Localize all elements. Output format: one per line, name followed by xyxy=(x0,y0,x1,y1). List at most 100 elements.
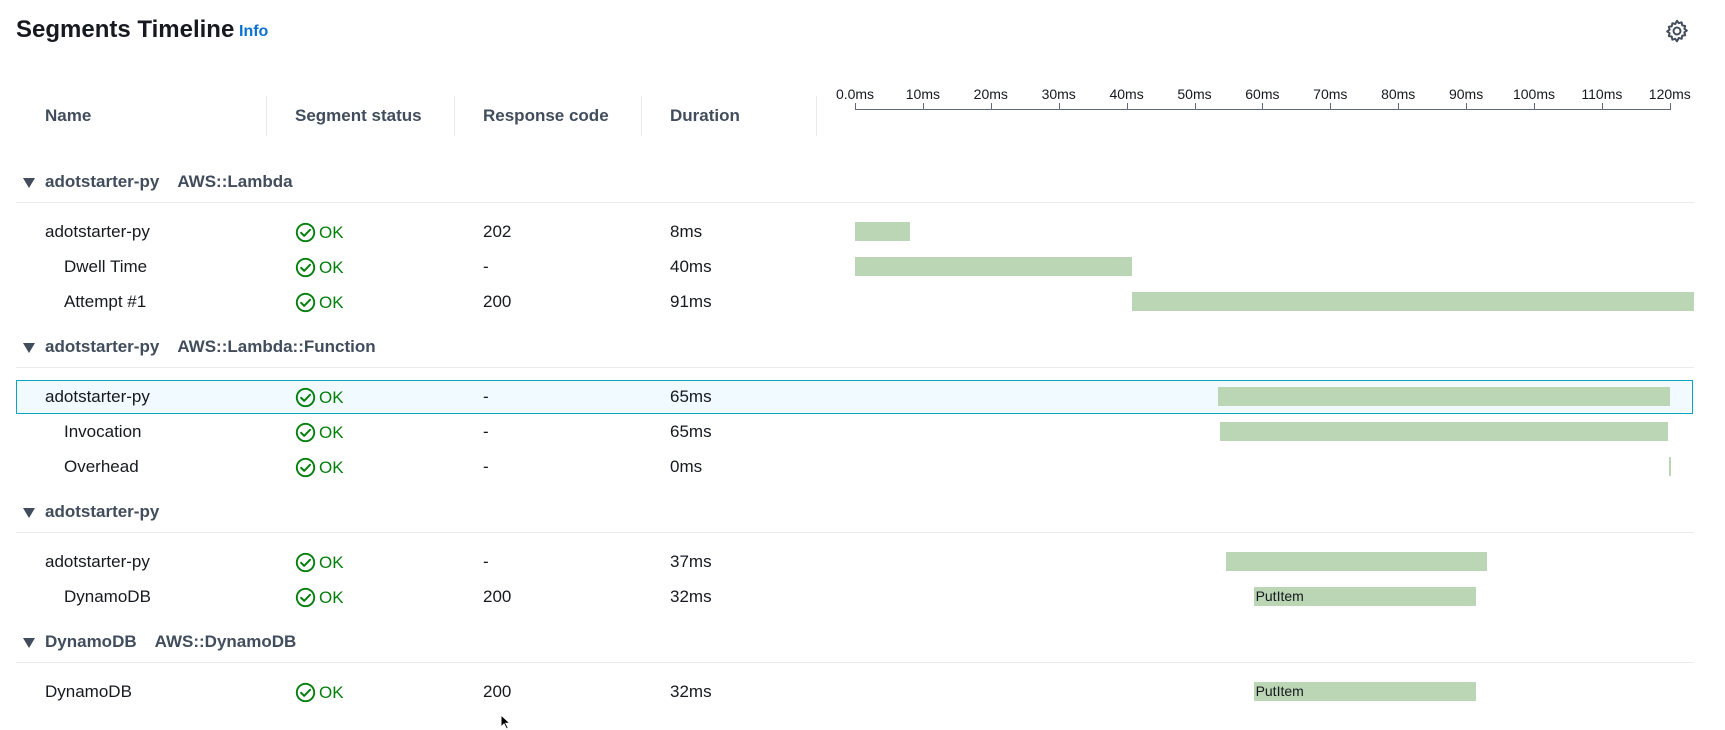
timeline-tick-label: 70ms xyxy=(1313,86,1348,102)
status-text: OK xyxy=(319,387,344,407)
duration: 37ms xyxy=(670,552,712,571)
timeline-tick xyxy=(990,103,992,110)
row-name: adotstarter-py xyxy=(45,222,150,241)
duration: 32ms xyxy=(670,587,712,606)
response-code: - xyxy=(483,257,489,276)
timeline-tick xyxy=(1058,103,1060,110)
check-circle-icon xyxy=(295,292,319,313)
timeline-bar[interactable] xyxy=(855,222,910,241)
group-divider xyxy=(16,532,1694,533)
timeline-tick-label: 60ms xyxy=(1245,86,1280,102)
row-name: DynamoDB xyxy=(45,682,132,701)
timeline-bar[interactable] xyxy=(1226,552,1488,571)
column-header-segment-status[interactable]: Segment status xyxy=(295,106,422,126)
group-name: DynamoDB xyxy=(45,632,137,651)
status-badge: OK xyxy=(295,587,344,608)
status-badge: OK xyxy=(295,457,344,478)
group-type: AWS::Lambda::Function xyxy=(177,337,376,356)
check-circle-icon xyxy=(295,257,319,278)
status-text: OK xyxy=(319,552,344,572)
status-text: OK xyxy=(319,222,344,242)
duration: 65ms xyxy=(670,422,712,441)
duration: 32ms xyxy=(670,682,712,701)
group-type: AWS::DynamoDB xyxy=(154,632,297,651)
timeline-bar[interactable] xyxy=(855,257,1133,276)
group-divider xyxy=(16,662,1694,663)
status-text: OK xyxy=(319,587,344,607)
caret-down-icon[interactable] xyxy=(23,178,35,188)
status-text: OK xyxy=(319,457,344,477)
check-circle-icon xyxy=(295,222,319,243)
group-header[interactable]: adotstarter-py AWS::Lambda::Function xyxy=(45,337,376,357)
row-name: Invocation xyxy=(64,422,142,441)
status-badge: OK xyxy=(295,682,344,703)
check-circle-icon xyxy=(295,682,319,703)
caret-down-icon[interactable] xyxy=(23,343,35,353)
group-name: adotstarter-py xyxy=(45,502,160,521)
status-badge: OK xyxy=(295,222,344,243)
row-name: Overhead xyxy=(64,457,139,476)
caret-down-icon[interactable] xyxy=(23,508,35,518)
group-type: AWS::Lambda xyxy=(177,172,293,191)
timeline-bar[interactable]: PutItem xyxy=(1253,587,1476,606)
response-code: 200 xyxy=(483,587,512,606)
column-divider[interactable] xyxy=(641,96,642,136)
timeline-bar[interactable] xyxy=(1132,292,1694,311)
group-name: adotstarter-py xyxy=(45,337,160,356)
timeline-tick-label: 50ms xyxy=(1177,86,1212,102)
caret-down-icon[interactable] xyxy=(23,638,35,648)
response-code: - xyxy=(483,552,489,571)
timeline-tick xyxy=(1534,103,1535,110)
gear-icon[interactable] xyxy=(1664,18,1690,44)
column-header-response-code[interactable]: Response code xyxy=(483,106,609,126)
group-header[interactable]: DynamoDB AWS::DynamoDB xyxy=(45,632,296,652)
timeline-tick-label: 90ms xyxy=(1448,86,1484,102)
group-name: adotstarter-py xyxy=(45,172,160,191)
timeline-tick xyxy=(1330,103,1332,110)
info-link[interactable]: Info xyxy=(239,23,268,41)
timeline-tick xyxy=(1262,103,1264,110)
response-code: - xyxy=(483,457,489,476)
column-header-duration[interactable]: Duration xyxy=(670,106,740,126)
timeline-bar[interactable]: PutItem xyxy=(1253,682,1476,701)
response-code: 200 xyxy=(483,292,512,311)
timeline-tick xyxy=(1466,103,1468,110)
check-circle-icon xyxy=(295,587,319,608)
timeline-bar[interactable] xyxy=(1669,457,1672,476)
timeline-tick xyxy=(1601,103,1603,110)
status-text: OK xyxy=(319,422,344,442)
status-text: OK xyxy=(319,292,344,312)
timeline-tick-label: 20ms xyxy=(973,86,1008,102)
status-badge: OK xyxy=(295,387,344,408)
timeline-bar[interactable] xyxy=(1219,422,1668,441)
status-text: OK xyxy=(319,682,344,702)
check-circle-icon xyxy=(295,387,319,408)
response-code: - xyxy=(483,422,489,441)
group-header[interactable]: adotstarter-py xyxy=(45,502,159,522)
status-text: OK xyxy=(319,257,344,277)
column-header-name[interactable]: Name xyxy=(45,106,91,126)
timeline-tick-label: 110ms xyxy=(1581,86,1623,102)
timeline-tick-label: 30ms xyxy=(1041,86,1076,102)
duration: 91ms xyxy=(670,292,712,311)
bar-label: PutItem xyxy=(1255,588,1304,604)
row-name: adotstarter-py xyxy=(45,552,150,571)
column-divider[interactable] xyxy=(454,96,455,136)
response-code: 200 xyxy=(483,682,512,701)
timeline-tick-label: 100ms xyxy=(1512,86,1556,102)
check-circle-icon xyxy=(295,457,319,478)
row-name: Attempt #1 xyxy=(64,292,147,311)
column-divider[interactable] xyxy=(816,96,817,136)
column-divider[interactable] xyxy=(266,96,267,136)
timeline-bar[interactable] xyxy=(1218,387,1671,406)
group-header[interactable]: adotstarter-py AWS::Lambda xyxy=(45,172,293,192)
row-name: DynamoDB xyxy=(64,587,151,606)
timeline-tick-label: 0.0ms xyxy=(835,86,875,102)
status-badge: OK xyxy=(295,257,344,278)
response-code: - xyxy=(483,387,489,406)
row-name: adotstarter-py xyxy=(45,387,150,406)
timeline-tick-label: 40ms xyxy=(1109,86,1144,102)
status-badge: OK xyxy=(295,422,344,443)
duration: 65ms xyxy=(670,387,712,406)
group-divider xyxy=(16,367,1694,368)
